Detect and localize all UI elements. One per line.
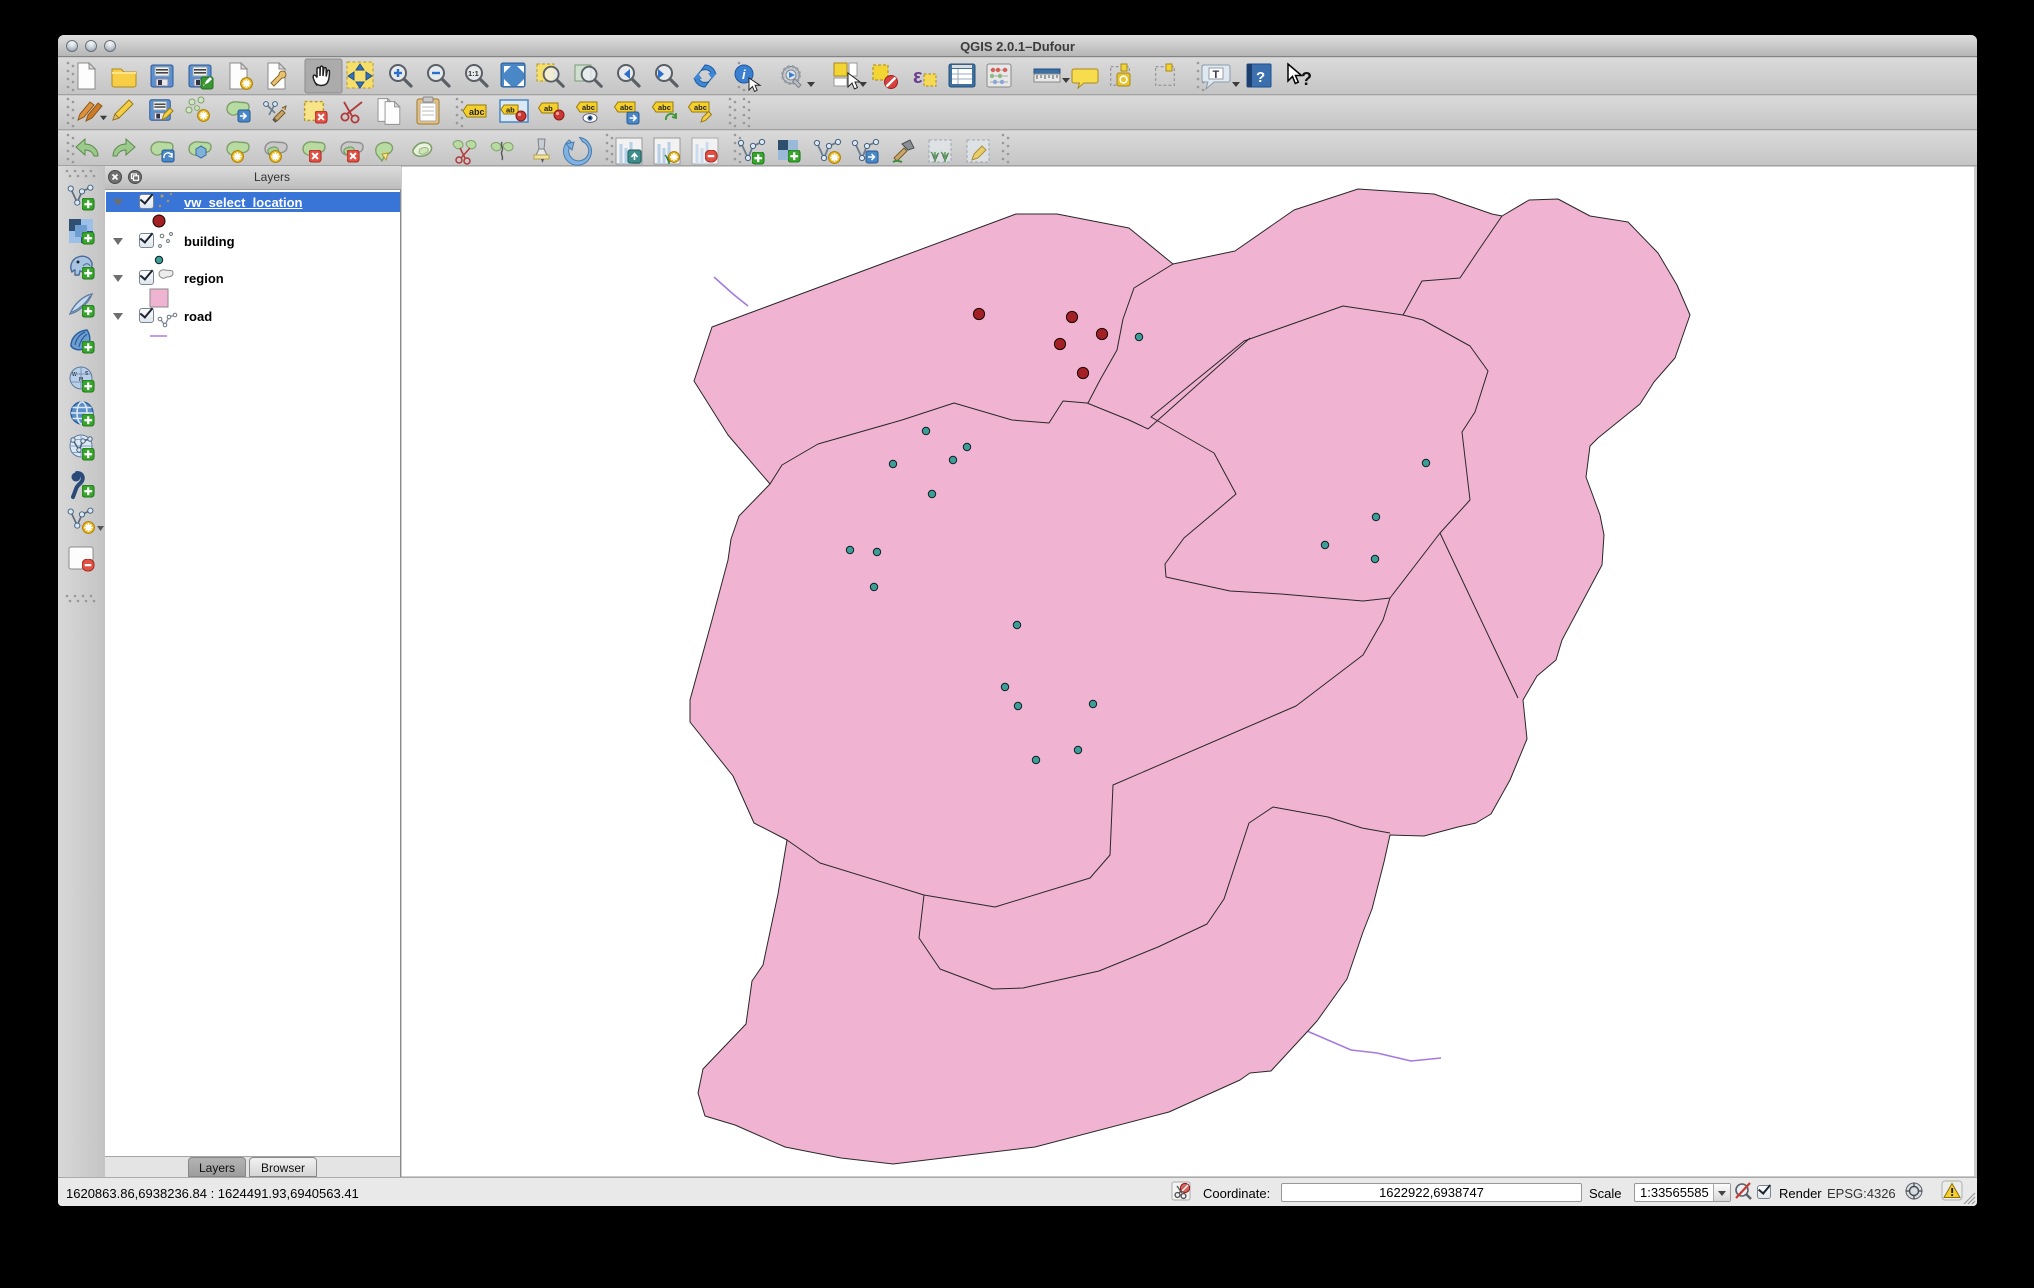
svg-text:abc: abc xyxy=(620,103,633,112)
svg-text:1:1: 1:1 xyxy=(468,69,479,78)
svg-text:ab: ab xyxy=(506,106,515,115)
svg-text:abc: abc xyxy=(694,103,707,112)
svg-text:T: T xyxy=(1213,69,1220,81)
svg-text:i: i xyxy=(742,67,746,82)
svg-text:W: W xyxy=(72,372,77,378)
svg-text:abc: abc xyxy=(658,103,671,112)
svg-text:ε: ε xyxy=(913,66,923,88)
svg-text:?: ? xyxy=(1256,69,1265,86)
svg-text:abc: abc xyxy=(582,103,595,112)
svg-text:?: ? xyxy=(1301,69,1312,89)
svg-text:ab: ab xyxy=(544,104,553,113)
